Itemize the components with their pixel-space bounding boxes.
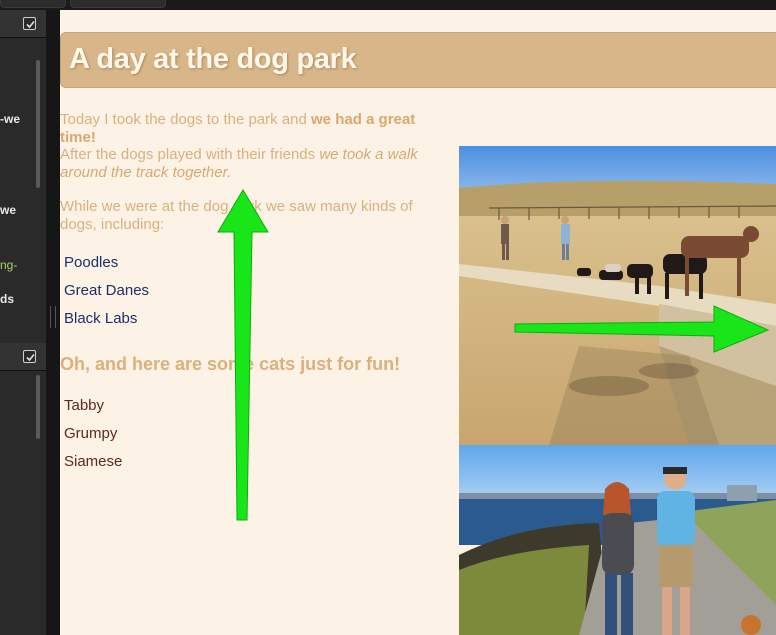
cat-name-item: Grumpy: [64, 425, 118, 442]
page-title: A day at the dog park: [69, 43, 357, 75]
markdown-pane-lower: [0, 343, 46, 635]
checkbox-icon[interactable]: [23, 350, 36, 363]
top-tab-strip: [0, 0, 776, 10]
dog-breed-item: Poodles: [64, 254, 119, 271]
cat-name-item: Tabby: [64, 397, 105, 414]
preview-page: A day at the dog park Today I took the d…: [60, 10, 776, 635]
intro-paragraph: Today I took the dogs to the park and we…: [60, 111, 452, 147]
editor-text-fragment: -we: [0, 112, 21, 126]
preview-tab[interactable]: [70, 0, 166, 8]
editor-text-fragment: we: [0, 203, 17, 217]
walking-couple-photo: [459, 445, 776, 635]
dog-breed-item: Great Danes: [64, 282, 150, 299]
dog-breed-item: Black Labs: [64, 310, 138, 327]
markdown-pane-upper: -we we ng- ds: [0, 10, 46, 340]
editor-sidebar: -we we ng- ds: [0, 10, 46, 635]
title-banner: A day at the dog park: [60, 32, 776, 88]
breeds-intro-paragraph: While we were at the dog park we saw man…: [60, 198, 413, 233]
cat-name-item: Siamese: [64, 453, 123, 470]
scrollbar[interactable]: [36, 375, 40, 439]
scrollbar[interactable]: [36, 60, 40, 188]
checkbox-icon[interactable]: [23, 17, 36, 30]
walk-text: After the dogs played with their friends: [60, 146, 320, 163]
pane-header: [0, 343, 46, 371]
dog-park-photo: [459, 146, 776, 445]
intro-text: Today I took the dogs to the park and: [60, 111, 312, 128]
editor-text-fragment: ng-: [0, 258, 18, 272]
walk-paragraph: After the dogs played with their friends…: [60, 146, 445, 182]
cats-heading: Oh, and here are some cats just for fun!: [60, 354, 401, 374]
editor-text-fragment: ds: [0, 292, 15, 306]
editor-tab[interactable]: [0, 0, 66, 8]
resize-grip-icon[interactable]: [50, 306, 56, 328]
pane-header: [0, 10, 46, 38]
